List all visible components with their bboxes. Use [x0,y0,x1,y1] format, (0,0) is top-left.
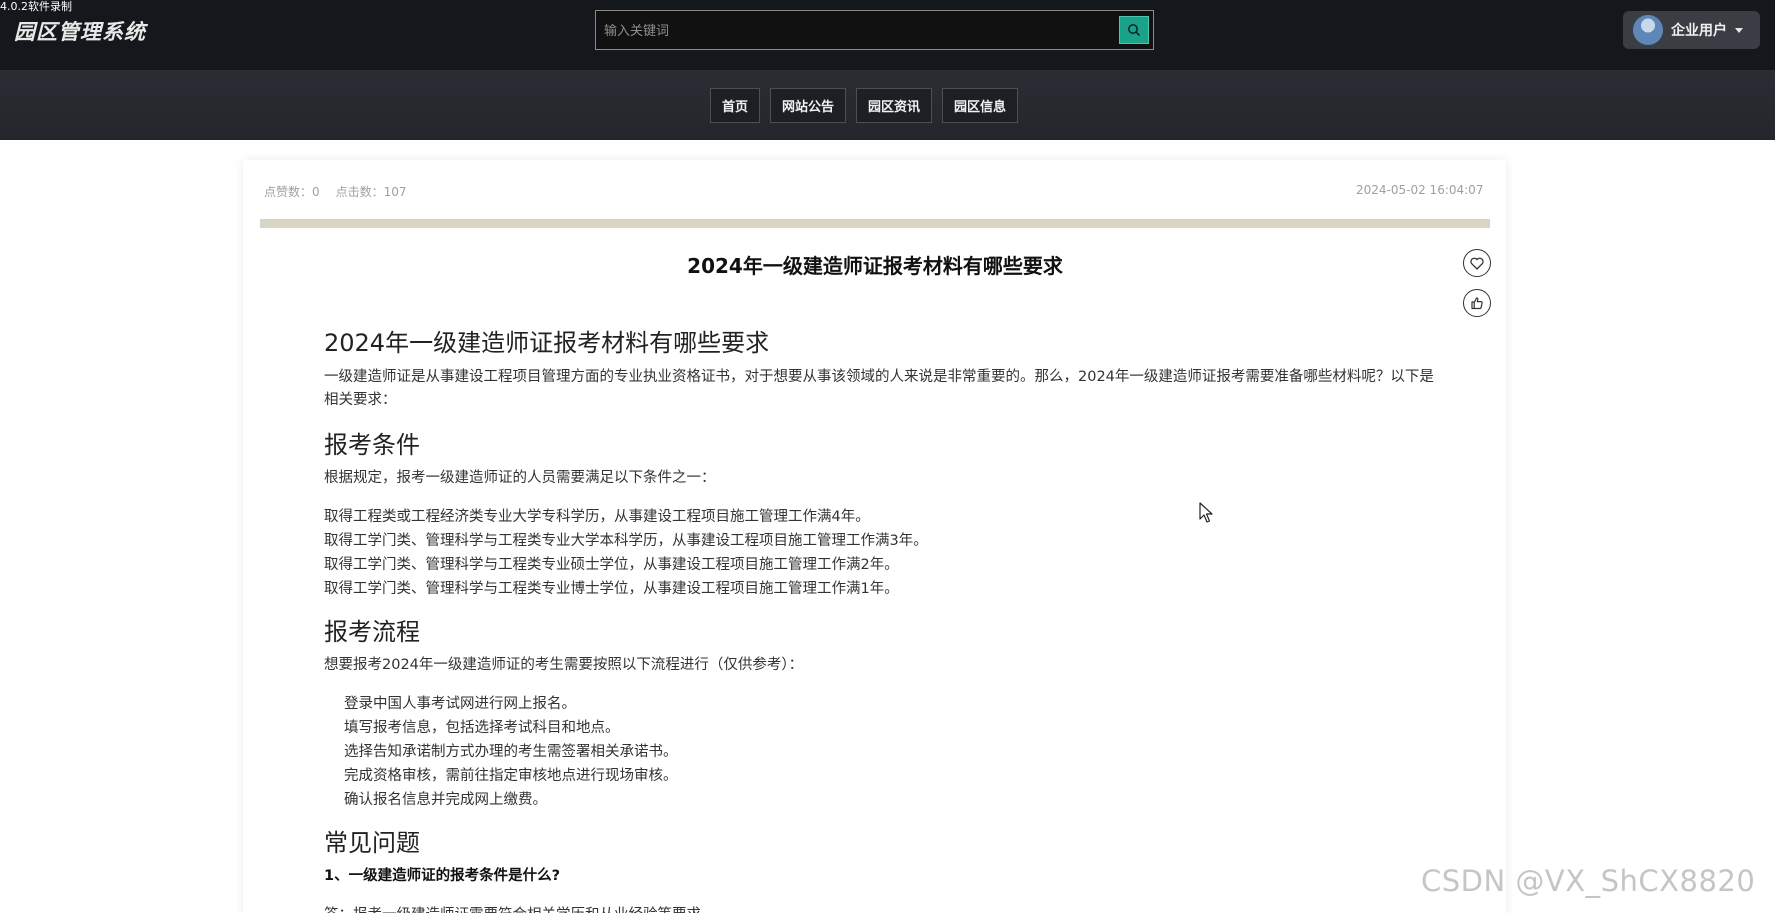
watermark: CSDN @VX_ShCX8820 [1421,864,1756,898]
article-title: 2024年一级建造师证报考材料有哪些要求 [687,254,1063,278]
list-item: 取得工学门类、管理科学与工程类专业硕士学位，从事建设工程项目施工管理工作满2年。 [324,557,899,573]
search-button[interactable] [1119,16,1149,44]
faq-question: 1、一级建造师证的报考条件是什么? [324,868,560,884]
search-input[interactable] [604,19,1084,43]
list-item: 选择告知承诺制方式办理的考生需签署相关承诺书。 [344,744,678,760]
body-heading: 2024年一级建造师证报考材料有哪些要求 [324,329,770,357]
nav-item-home[interactable]: 首页 [710,88,761,123]
search-icon [1128,24,1141,37]
process-intro: 想要报考2024年一级建造师证的考生需要按照以下流程进行（仅供参考）： [324,657,804,673]
list-item: 登录中国人事考试网进行网上报名。 [344,696,576,712]
nav-item-news[interactable]: 园区资讯 [856,88,933,123]
user-menu-button[interactable]: 企业用户 [1623,11,1760,49]
faq-answer: 答：报考一级建造师证需要符合相关学历和从业经验等要求。 [324,904,1434,913]
user-name: 企业用户 [1671,23,1727,39]
list-item: 填写报考信息，包括选择考试科目和地点。 [344,720,620,736]
nav-item-park-info[interactable]: 园区信息 [942,88,1019,123]
list-item: 取得工学门类、管理科学与工程类专业大学本科学历，从事建设工程项目施工管理工作满3… [324,533,928,549]
thumbs-up-button[interactable] [1463,289,1491,317]
search-bar [595,10,1154,50]
process-steps: 登录中国人事考试网进行网上报名。 填写报考信息，包括选择考试科目和地点。 选择告… [324,692,1434,812]
chevron-down-icon [1735,27,1743,33]
avatar-icon [1633,15,1663,45]
nav-list: 首页 网站公告 园区资讯 园区信息 [710,88,1019,123]
likes-count: 点赞数：0 [264,185,320,199]
favorite-button[interactable] [1463,249,1491,277]
conditions-intro: 根据规定，报考一级建造师证的人员需要满足以下条件之一： [324,470,716,486]
site-logo[interactable]: 园区管理系统 [14,16,146,46]
title-divider [260,219,1490,228]
section-heading-process: 报考流程 [324,618,420,646]
section-heading-conditions: 报考条件 [324,431,420,459]
list-item: 确认报名信息并完成网上缴费。 [344,792,547,808]
article-stats: 点赞数：0 点击数：107 [264,183,407,200]
clicks-count: 点击数：107 [335,185,407,199]
main-nav: 首页 网站公告 园区资讯 园区信息 [0,70,1775,140]
list-item: 取得工学门类、管理科学与工程类专业博士学位，从事建设工程项目施工管理工作满1年。 [324,581,899,597]
nav-item-announcements[interactable]: 网站公告 [770,88,847,123]
list-item: 取得工程类或工程经济类专业大学专科学历，从事建设工程项目施工管理工作满4年。 [324,509,870,525]
conditions-list: 取得工程类或工程经济类专业大学专科学历，从事建设工程项目施工管理工作满4年。 取… [324,505,1434,601]
intro-paragraph: 一级建造师证是从事建设工程项目管理方面的专业执业资格证书，对于想要从事该领域的人… [324,369,1434,408]
list-item: 完成资格审核，需前往指定审核地点进行现场审核。 [344,768,678,784]
mouse-cursor-icon [1199,502,1213,523]
article-body: 2024年一级建造师证报考材料有哪些要求 一级建造师证是从事建设工程项目管理方面… [324,328,1434,913]
recorder-label: 4.0.2软件录制 [0,0,72,13]
section-heading-faq: 常见问题 [324,829,420,857]
thumbs-up-icon [1471,297,1483,310]
article-timestamp: 2024-05-02 16:04:07 [1356,183,1484,197]
heart-icon [1470,257,1484,270]
